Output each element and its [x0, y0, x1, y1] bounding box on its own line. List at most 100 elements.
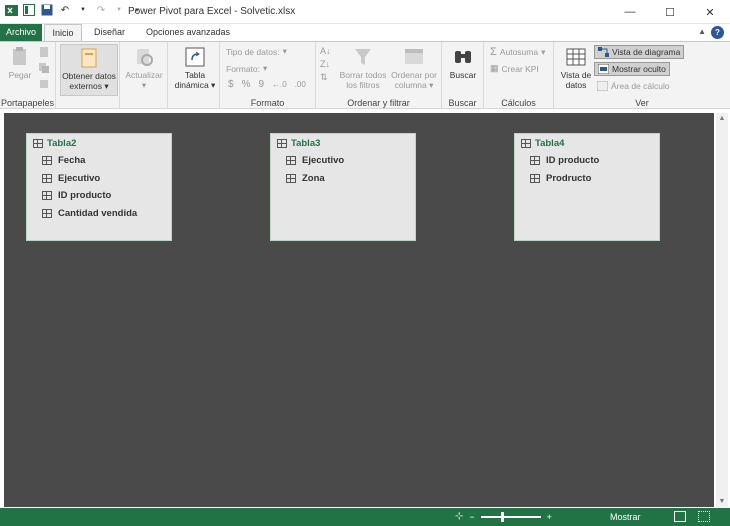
collapse-ribbon-icon[interactable]: ▲ [698, 27, 706, 36]
table-card-tabla2[interactable]: Tabla2 Fecha Ejecutivo ID producto Canti… [26, 133, 172, 241]
redo-icon[interactable]: ↷ [94, 3, 108, 17]
zoom-in-button[interactable]: + [547, 512, 552, 522]
table-header[interactable]: Tabla2 [27, 134, 171, 152]
field-item[interactable]: Fecha [27, 152, 171, 170]
find-button[interactable]: Buscar [444, 46, 482, 80]
vertical-scrollbar[interactable]: ▲ ▼ [716, 113, 728, 507]
increase-decimal-button[interactable]: ←.0 [272, 80, 287, 89]
pivot-table-icon [185, 47, 205, 67]
help-icon[interactable]: ? [711, 26, 724, 39]
copy-icon[interactable] [38, 62, 50, 74]
find-label: Buscar [449, 70, 477, 80]
ribbon-tabs: Archivo Inicio Diseñar Opciones avanzada… [0, 24, 730, 41]
field-item[interactable]: ID producto [515, 152, 659, 170]
clear-filters-button[interactable]: Borrar todos los filtros [338, 46, 388, 90]
data-view-button[interactable]: Vista de datos [558, 46, 594, 90]
sort-asc-icon[interactable]: A↓ [320, 46, 331, 56]
number-format-buttons: $ % 9 ←.0 .00 [228, 79, 306, 90]
fit-to-screen-icon[interactable]: ⊹ [455, 511, 463, 522]
clear-filters-label-1: Borrar todos [339, 70, 387, 80]
group-label-formato: Formato [250, 98, 285, 108]
refresh-button[interactable]: Actualizar ▾ [124, 46, 164, 90]
data-view-label-1: Vista de [560, 70, 592, 80]
close-button[interactable]: ✕ [690, 0, 730, 24]
group-label-portapapeles: Portapapeles [0, 98, 55, 108]
percent-format-button[interactable]: % [242, 79, 251, 90]
column-icon [530, 156, 540, 166]
excel-logo-icon [4, 3, 18, 17]
window-title: Power Pivot para Excel - Solvetic.xlsx [128, 6, 296, 17]
sort-desc-icon[interactable]: Z↓ [320, 59, 331, 69]
group-label-ver: Ver [635, 98, 649, 108]
save-icon[interactable] [40, 3, 54, 17]
tab-opciones-avanzadas[interactable]: Opciones avanzadas [138, 24, 238, 41]
autosum-button[interactable]: Σ Autosuma ▾ [490, 46, 545, 58]
pivot-table-button[interactable]: Tabla dinámica ▾ [172, 46, 218, 90]
calc-area-icon [597, 81, 608, 91]
clear-filter-icon [355, 49, 371, 65]
column-icon [42, 191, 52, 201]
column-icon [286, 173, 296, 183]
undo-dropdown-icon[interactable]: ▼ [76, 3, 90, 17]
group-label-calculos: Cálculos [501, 98, 536, 108]
clear-filters-label-2: los filtros [346, 80, 380, 90]
zoom-control: ⊹ − + [455, 511, 552, 522]
field-item[interactable]: Cantidad vendida [27, 205, 171, 223]
scroll-up-icon[interactable]: ▲ [716, 115, 728, 122]
get-external-data-button[interactable]: Obtener datos externos ▾ [60, 44, 118, 96]
cut-icon[interactable] [38, 46, 50, 58]
decrease-decimal-button[interactable]: .00 [295, 80, 306, 89]
table-header[interactable]: Tabla4 [515, 134, 659, 152]
table-icon [277, 138, 287, 148]
field-item[interactable]: Prodructo [515, 170, 659, 188]
show-label[interactable]: Mostrar [610, 512, 641, 522]
clear-sort-icon[interactable]: ⇅ [320, 72, 331, 83]
sort-by-column-label-1: Ordenar por [391, 70, 437, 80]
currency-format-button[interactable]: $ [228, 79, 234, 90]
table-card-tabla4[interactable]: Tabla4 ID producto Prodructo [514, 133, 660, 241]
sort-by-column-label-2: columna ▾ [394, 80, 434, 90]
paste-button[interactable]: Pegar [6, 46, 34, 80]
clipboard-small-buttons [38, 46, 50, 90]
redo-dropdown-icon[interactable]: ▼ [112, 3, 126, 17]
zoom-out-button[interactable]: − [469, 512, 474, 522]
zoom-slider-thumb[interactable] [500, 511, 504, 522]
zoom-slider[interactable] [480, 511, 541, 522]
thousands-format-button[interactable]: 9 [258, 79, 264, 90]
group-ver: Vista de datos Vista de diagrama Mostrar… [554, 42, 730, 110]
maximize-button[interactable]: ☐ [650, 0, 690, 24]
calc-area-button[interactable]: Área de cálculo [594, 79, 673, 93]
undo-icon[interactable]: ↶ [58, 3, 72, 17]
external-data-label-1: Obtener datos [62, 71, 116, 81]
sort-by-column-button[interactable]: Ordenar por columna ▾ [388, 46, 440, 90]
format-dropdown[interactable]: Formato: ▾ [226, 63, 267, 74]
field-item[interactable]: Ejecutivo [271, 152, 415, 170]
datatype-dropdown[interactable]: Tipo de datos: ▾ [226, 46, 287, 57]
pivot-logo-icon[interactable] [22, 3, 36, 17]
grid-view-icon[interactable] [674, 511, 686, 522]
format-copy-icon[interactable] [38, 78, 50, 90]
tab-inicio[interactable]: Inicio [44, 24, 82, 41]
table-card-tabla3[interactable]: Tabla3 Ejecutivo Zona [270, 133, 416, 241]
field-item[interactable]: Zona [271, 170, 415, 188]
minimize-button[interactable]: — [610, 0, 650, 24]
tab-archivo[interactable]: Archivo [0, 24, 42, 41]
tab-disenar[interactable]: Diseñar [86, 24, 133, 41]
status-bar: ⊹ − + Mostrar [0, 508, 730, 526]
diagram-canvas: Tabla2 Fecha Ejecutivo ID producto Canti… [0, 109, 730, 508]
diagram-area[interactable]: Tabla2 Fecha Ejecutivo ID producto Canti… [4, 113, 714, 507]
scroll-down-icon[interactable]: ▼ [716, 498, 728, 505]
group-label-sort-filter: Ordenar y filtrar [347, 98, 410, 108]
diagram-view-status-icon[interactable] [698, 511, 710, 522]
field-item[interactable]: Ejecutivo [27, 170, 171, 188]
sigma-icon: Σ [490, 46, 497, 58]
show-hidden-button[interactable]: Mostrar oculto [594, 62, 670, 76]
quick-access-toolbar: ↶ ▼ ↷ ▼ ▾ [4, 3, 144, 17]
field-item[interactable]: ID producto [27, 187, 171, 205]
create-kpi-button[interactable]: ▦ Crear KPI [490, 63, 539, 74]
paste-icon [13, 47, 26, 65]
table-icon [33, 138, 43, 148]
group-portapapeles: Pegar Portapapeles [0, 42, 56, 110]
table-header[interactable]: Tabla3 [271, 134, 415, 152]
diagram-view-button[interactable]: Vista de diagrama [594, 45, 685, 59]
